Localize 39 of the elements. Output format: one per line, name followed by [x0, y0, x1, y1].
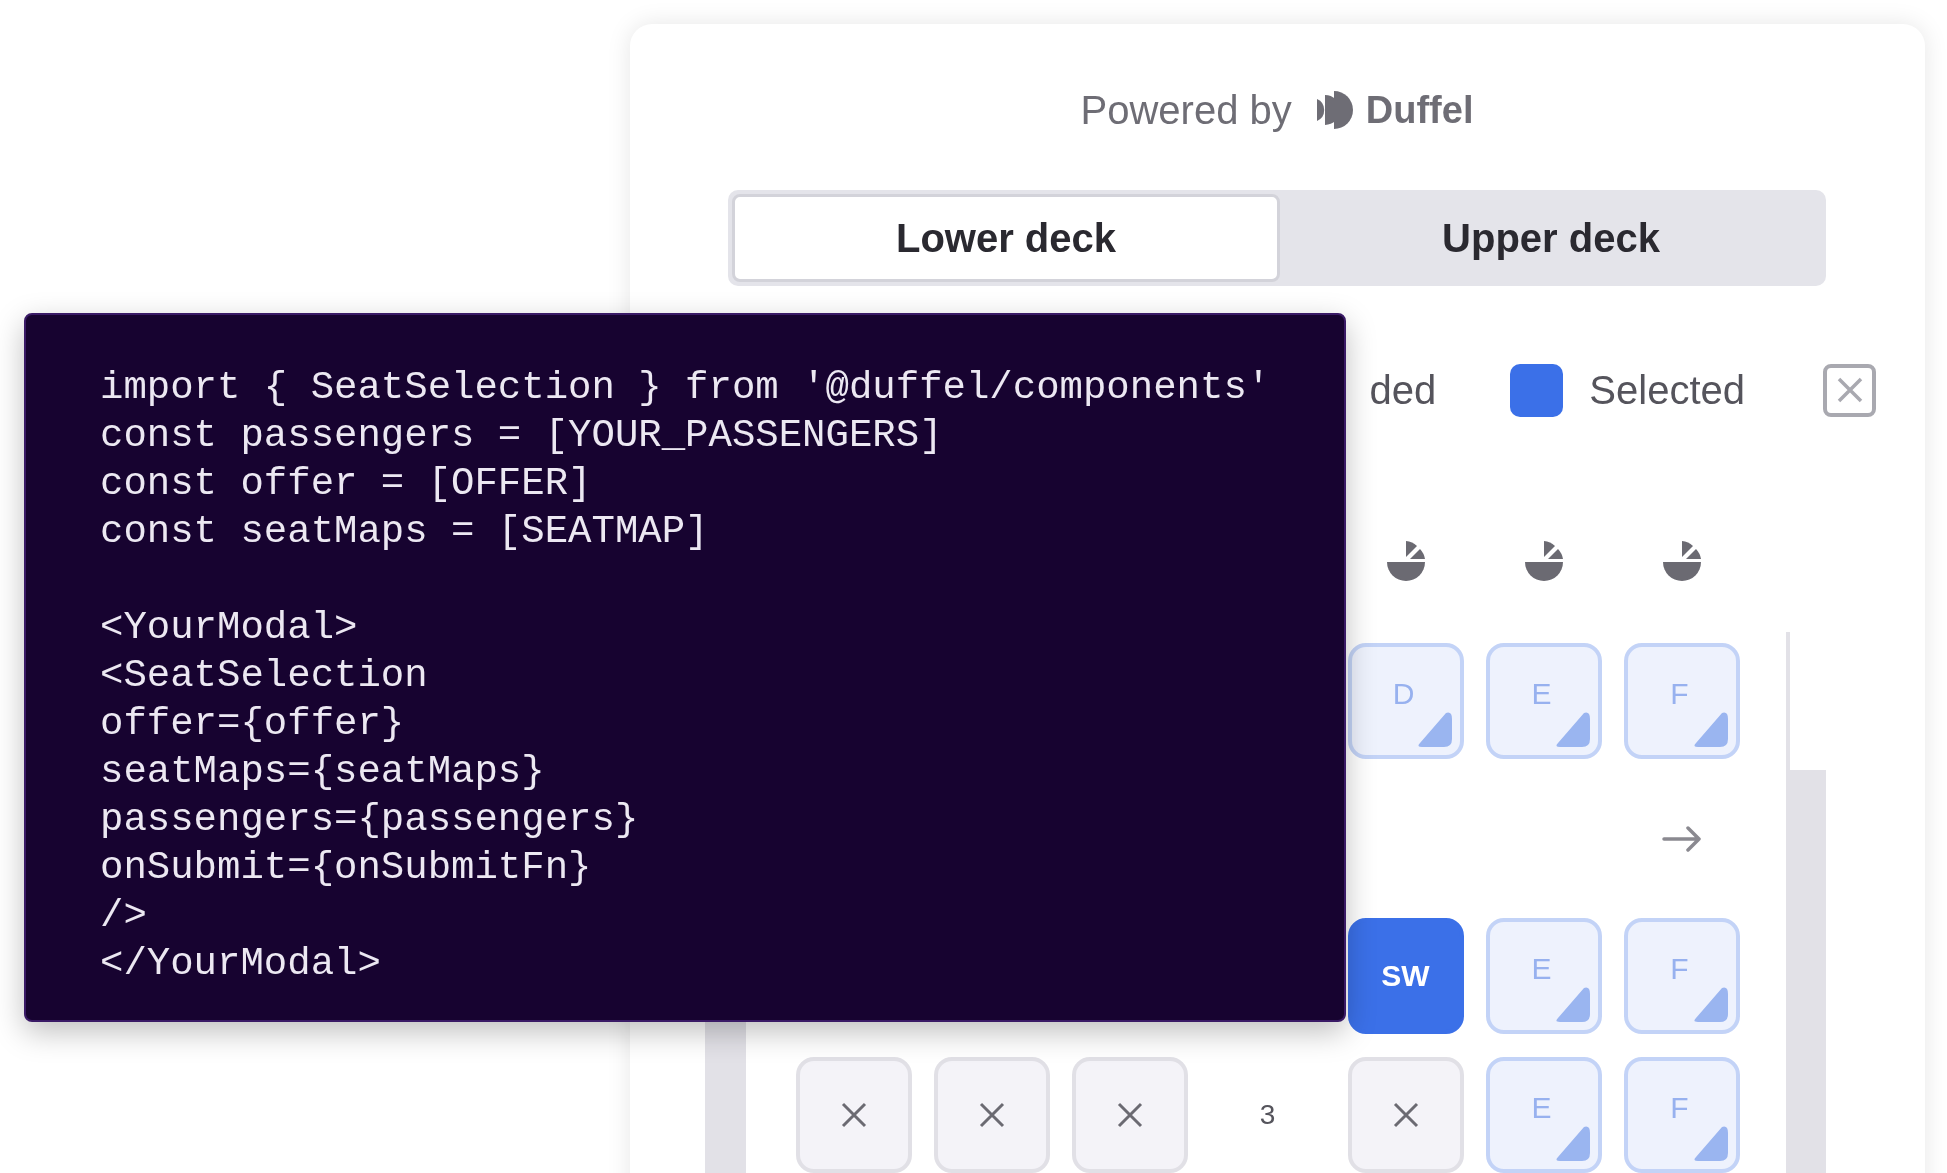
- code-line: const seatMaps = [SEATMAP]: [100, 509, 710, 556]
- bassinet-icon: [1384, 540, 1427, 581]
- code-line: <YourModal>: [100, 605, 359, 652]
- legend-label: ded: [1369, 367, 1437, 413]
- legend-label: Selected: [1589, 367, 1745, 413]
- code-line: <SeatSelection: [100, 653, 429, 700]
- code-line: </YourModal>: [100, 941, 382, 988]
- code-line: const passengers = [YOUR_PASSENGERS]: [100, 413, 944, 460]
- seat[interactable]: F: [1623, 1057, 1740, 1173]
- cross-icon: [1115, 1101, 1144, 1129]
- cross-icon: [839, 1101, 868, 1129]
- code-line: seatMaps={seatMaps}: [100, 749, 546, 796]
- row-number: 3: [1259, 1099, 1276, 1131]
- powered-by-label: Powered by: [1080, 87, 1292, 133]
- cross-icon: [1391, 1101, 1420, 1129]
- deck-tab[interactable]: Upper deck: [1280, 194, 1822, 282]
- code-line: import { SeatSelection } from '@duffel/components': [100, 365, 1272, 412]
- seat[interactable]: F: [1623, 643, 1740, 759]
- seat[interactable]: D: [1347, 643, 1464, 759]
- seat[interactable]: E: [1485, 643, 1602, 759]
- seat[interactable]: SW: [1347, 918, 1464, 1034]
- code-line: offer={offer}: [100, 701, 406, 748]
- deck-tab[interactable]: Lower deck: [732, 194, 1280, 282]
- close-button[interactable]: [1823, 363, 1876, 417]
- bassinet-icon: [1660, 540, 1703, 581]
- code-line: passengers={passengers}: [100, 797, 640, 844]
- brand-name: Duffel: [1365, 88, 1474, 132]
- cross-icon: [977, 1101, 1006, 1129]
- code-line: const offer = [OFFER]: [100, 461, 593, 508]
- close-icon: [1835, 376, 1864, 404]
- code-line: />: [100, 893, 148, 940]
- seat[interactable]: E: [1485, 1057, 1602, 1173]
- bassinet-icon: [1522, 540, 1565, 581]
- corner-triangle-icon: [1691, 986, 1728, 1022]
- seat[interactable]: E: [1485, 918, 1602, 1034]
- arrow-right-icon: [1661, 825, 1702, 852]
- corner-triangle-icon: [1553, 986, 1590, 1022]
- code-line: onSubmit={onSubmitFn}: [100, 845, 593, 892]
- seat[interactable]: F: [1623, 918, 1740, 1034]
